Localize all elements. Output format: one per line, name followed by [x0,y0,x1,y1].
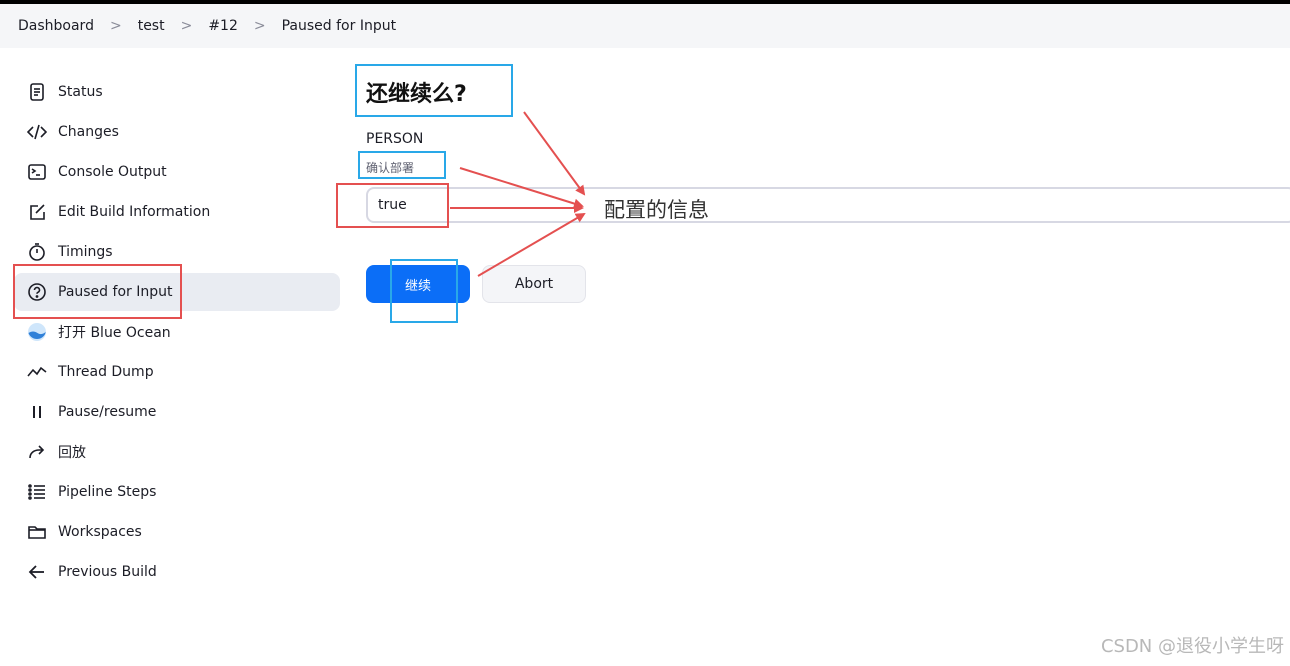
abort-button[interactable]: Abort [482,265,586,303]
chevron-right-icon: > [253,18,266,34]
sidebar-item-label: 回放 [58,445,86,461]
chevron-right-icon: > [109,18,122,34]
breadcrumb-build[interactable]: #12 [208,18,238,34]
sidebar-item-pause-resume[interactable]: Pause/resume [14,393,340,431]
param-name: PERSON [366,131,424,147]
activity-icon [26,361,48,383]
folder-icon [26,521,48,543]
sidebar-item-pipeline-steps[interactable]: Pipeline Steps [14,473,340,511]
sidebar: Status Changes Console Output Edit Build… [14,73,340,593]
sidebar-item-label: Paused for Input [58,284,173,300]
replay-icon [26,441,48,463]
arrow-left-icon [26,561,48,583]
terminal-icon [26,161,48,183]
sidebar-item-label: Thread Dump [58,364,154,380]
sidebar-item-label: Console Output [58,164,167,180]
sidebar-item-label: Timings [58,244,113,260]
sidebar-item-workspaces[interactable]: Workspaces [14,513,340,551]
annotation-text: 配置的信息 [604,198,709,222]
sidebar-item-label: Previous Build [58,564,157,580]
breadcrumb-job[interactable]: test [138,18,165,34]
help-circle-icon [26,281,48,303]
sidebar-item-blue-ocean[interactable]: 打开 Blue Ocean [14,313,340,351]
sidebar-item-status[interactable]: Status [14,73,340,111]
chevron-right-icon: > [180,18,193,34]
sidebar-item-console-output[interactable]: Console Output [14,153,340,191]
sidebar-item-thread-dump[interactable]: Thread Dump [14,353,340,391]
sidebar-item-label: Workspaces [58,524,142,540]
sidebar-item-label: Pause/resume [58,404,157,420]
sidebar-item-label: 打开 Blue Ocean [58,325,171,341]
document-icon [26,81,48,103]
sidebar-item-paused-for-input[interactable]: Paused for Input [14,273,340,311]
param-value-input[interactable] [366,187,1290,223]
sidebar-item-previous-build[interactable]: Previous Build [14,553,340,591]
param-description: 确认部署 [366,161,415,175]
sidebar-item-label: Changes [58,124,119,140]
proceed-button[interactable]: 继续 [366,265,470,303]
breadcrumb-dashboard[interactable]: Dashboard [18,18,94,34]
list-icon [26,481,48,503]
breadcrumb: Dashboard > test > #12 > Paused for Inpu… [0,4,1290,48]
sidebar-item-label: Pipeline Steps [58,484,157,500]
sidebar-item-replay[interactable]: 回放 [14,433,340,471]
watermark: CSDN @退役小学生呀 [1100,636,1284,657]
pause-icon [26,401,48,423]
input-title: 还继续么? [366,82,467,107]
sidebar-item-timings[interactable]: Timings [14,233,340,271]
edit-icon [26,201,48,223]
sidebar-item-edit-build-information[interactable]: Edit Build Information [14,193,340,231]
sidebar-item-label: Edit Build Information [58,204,211,220]
stopwatch-icon [26,241,48,263]
sidebar-item-changes[interactable]: Changes [14,113,340,151]
blue-ocean-icon [26,321,48,343]
breadcrumb-current[interactable]: Paused for Input [282,18,396,34]
code-icon [26,121,48,143]
sidebar-item-label: Status [58,84,103,100]
